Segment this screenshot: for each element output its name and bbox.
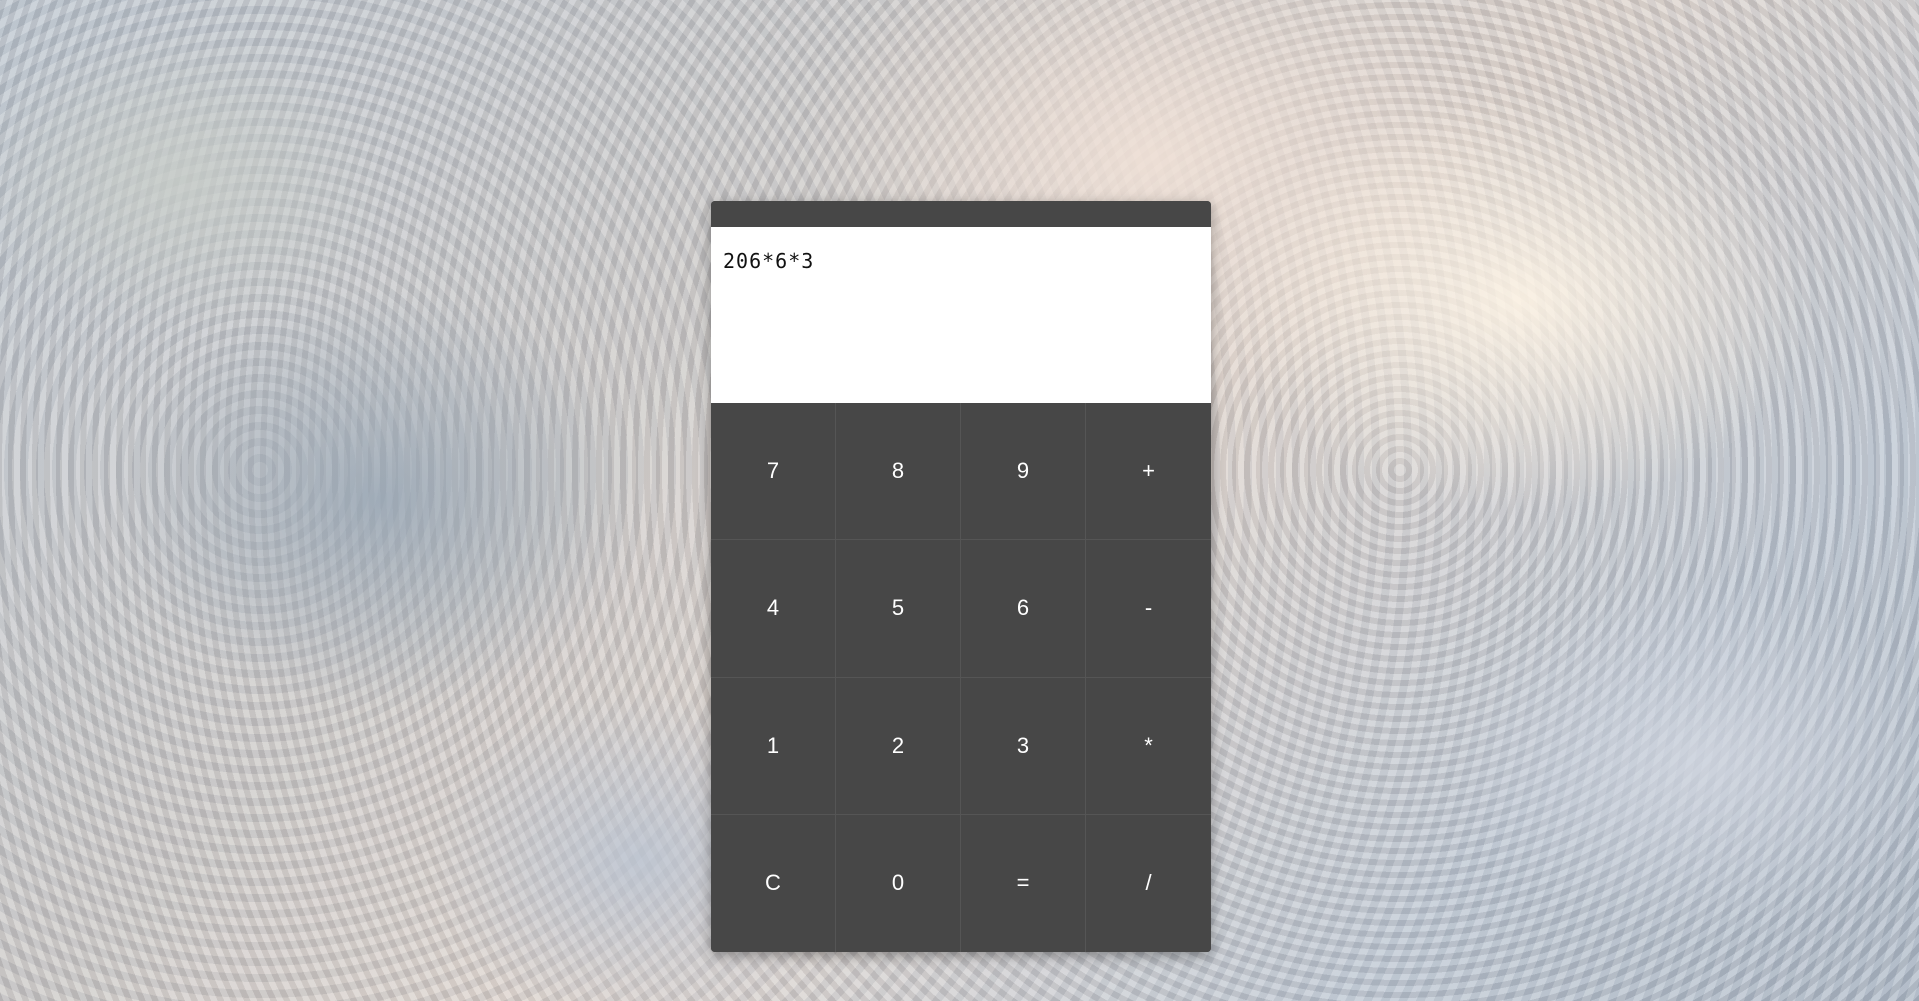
key-1[interactable]: 1 <box>711 677 836 815</box>
key-3[interactable]: 3 <box>961 677 1086 815</box>
key-plus[interactable]: + <box>1086 403 1211 541</box>
calculator-display: 206*6*3 <box>711 227 1211 403</box>
key-divide[interactable]: / <box>1086 814 1211 952</box>
key-4[interactable]: 4 <box>711 540 836 678</box>
display-expression: 206*6*3 <box>723 249 815 273</box>
calculator-window: 206*6*3 7 8 9 + 4 5 6 - 1 2 3 * C 0 = / <box>711 201 1211 952</box>
key-equals[interactable]: = <box>961 814 1086 952</box>
key-8[interactable]: 8 <box>836 403 961 541</box>
key-2[interactable]: 2 <box>836 677 961 815</box>
key-5[interactable]: 5 <box>836 540 961 678</box>
key-0[interactable]: 0 <box>836 814 961 952</box>
key-9[interactable]: 9 <box>961 403 1086 541</box>
key-clear[interactable]: C <box>711 814 836 952</box>
key-6[interactable]: 6 <box>961 540 1086 678</box>
keypad: 7 8 9 + 4 5 6 - 1 2 3 * C 0 = / <box>711 403 1211 952</box>
key-minus[interactable]: - <box>1086 540 1211 678</box>
key-7[interactable]: 7 <box>711 403 836 541</box>
key-multiply[interactable]: * <box>1086 677 1211 815</box>
window-title-bar[interactable] <box>711 201 1211 227</box>
